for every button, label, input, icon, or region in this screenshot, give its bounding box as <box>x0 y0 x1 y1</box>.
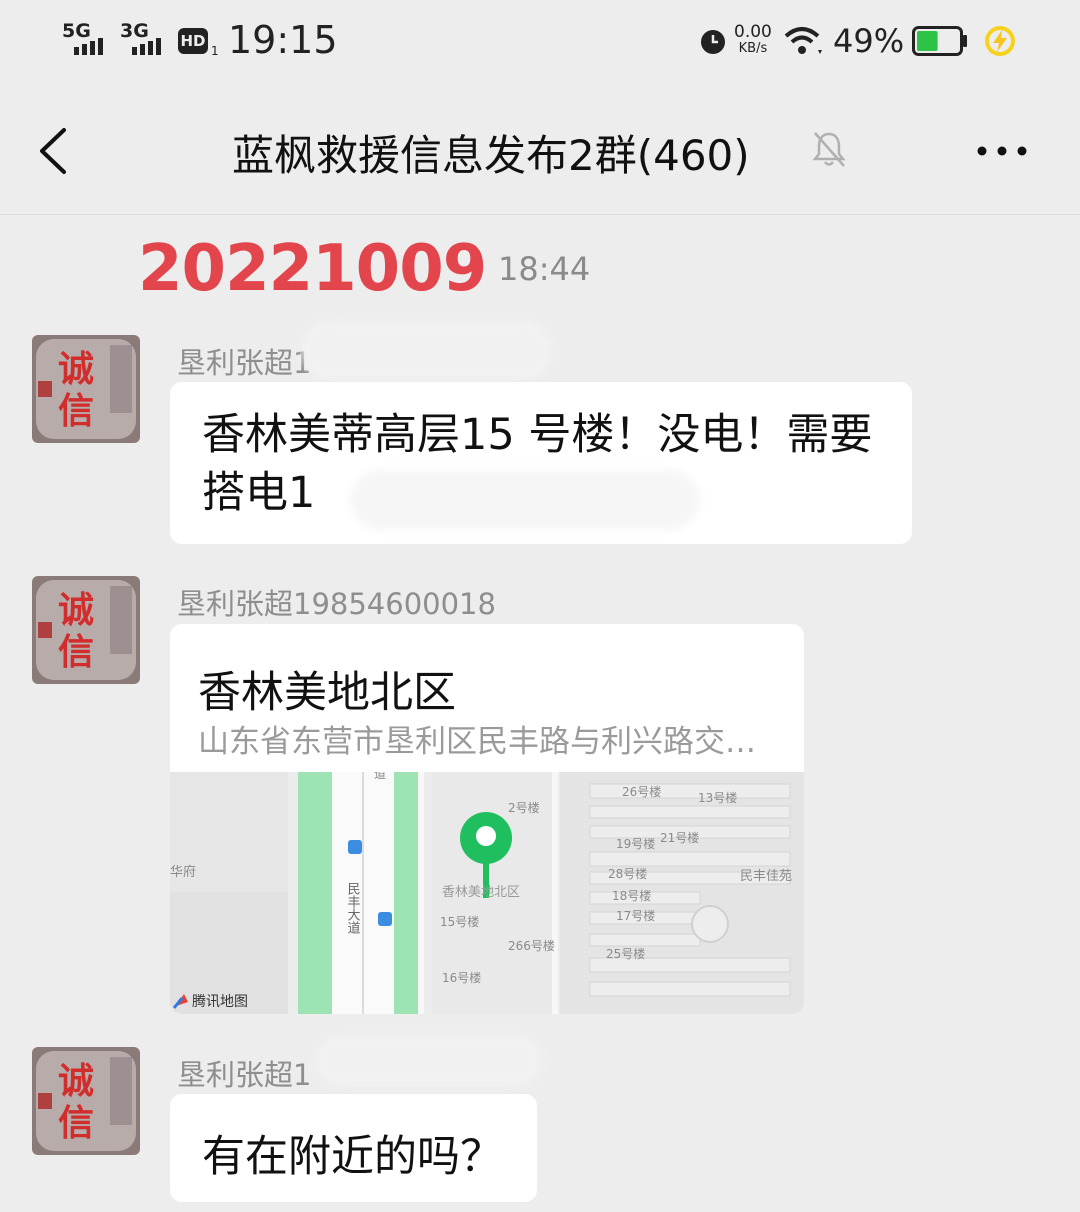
avatar[interactable]: 诚 信 <box>32 335 140 443</box>
map-image: 2号楼 26号楼 13号楼 19号楼 21号楼 华府 香林美地北区 民丰佳苑 2… <box>170 772 804 1014</box>
avatar[interactable]: 诚 信 <box>32 1047 140 1155</box>
map-label: 16号楼 <box>442 970 481 985</box>
map-label: 266号楼 <box>508 938 555 953</box>
redaction-blur <box>316 1036 542 1086</box>
map-label: 15号楼 <box>440 914 479 929</box>
sender-name: 垦利张超1 <box>177 1058 312 1092</box>
message-bubble[interactable]: 有在附近的吗？ <box>170 1094 537 1202</box>
message-timestamp: 18:44 <box>498 250 591 288</box>
status-bar: 5G 3G HD 1 19:15 0.00 KB/s 49% <box>0 0 1080 86</box>
map-label: 民丰佳苑 <box>740 869 792 884</box>
chat-title[interactable]: 蓝枫救援信息发布2群(460) <box>232 122 750 183</box>
signal-icon <box>74 38 103 55</box>
map-label: 道 <box>374 772 386 781</box>
map-label: 香林美地北区 <box>442 885 520 900</box>
avatar-char-1: 诚 <box>58 348 94 390</box>
location-card[interactable]: 香林美地北区 山东省东营市垦利区民丰路与利兴路交… 2号楼 26号楼 13号楼 … <box>170 624 804 1014</box>
chat-header: 蓝枫救援信息发布2群(460) <box>0 86 1080 215</box>
avatar-char-2: 信 <box>58 1102 94 1144</box>
avatar-image: 诚 信 <box>32 576 140 684</box>
redaction-blur <box>302 320 552 380</box>
location-name: 香林美地北区 <box>198 668 456 718</box>
date-stamp: 20221009 <box>138 232 487 306</box>
back-button[interactable] <box>34 126 74 176</box>
map-label: 25号楼 <box>606 946 645 961</box>
message-text: 有在附近的吗？ <box>202 1132 503 1182</box>
map-road-label: 民丰大道 <box>345 882 361 934</box>
map-label: 2号楼 <box>508 800 540 815</box>
speed-value: 0.00 <box>734 22 772 42</box>
avatar-char-1: 诚 <box>58 589 94 631</box>
map-label: 17号楼 <box>616 908 655 923</box>
battery-icon <box>912 26 967 56</box>
hd-icon: HD <box>178 28 208 54</box>
avatar-image: 诚 信 <box>32 335 140 443</box>
more-options-button[interactable] <box>972 136 1032 166</box>
map-label: 18号楼 <box>612 888 651 903</box>
speed-unit: KB/s <box>738 41 768 56</box>
map-label: 13号楼 <box>698 790 737 805</box>
battery-percent: 49% <box>833 22 905 60</box>
map-label: 19号楼 <box>616 836 655 851</box>
map-label: 华府 <box>170 865 196 880</box>
location-address: 山东省东营市垦利区民丰路与利兴路交… <box>198 724 756 760</box>
redaction-blur <box>350 470 700 530</box>
avatar-image: 诚 信 <box>32 1047 140 1155</box>
map-preview[interactable]: 2号楼 26号楼 13号楼 19号楼 21号楼 华府 香林美地北区 民丰佳苑 2… <box>170 772 804 1014</box>
map-logo: 腾讯地图 <box>192 993 248 1010</box>
clock: 19:15 <box>228 18 338 62</box>
wifi-icon <box>784 27 822 54</box>
avatar[interactable]: 诚 信 <box>32 576 140 684</box>
map-label: 28号楼 <box>608 866 647 881</box>
mute-bell-icon <box>812 132 846 167</box>
charging-icon <box>985 26 1015 56</box>
avatar-char-1: 诚 <box>58 1060 94 1102</box>
hd-sub-label: 1 <box>211 44 219 58</box>
network-speed: 0.00 KB/s <box>734 22 772 57</box>
alarm-icon <box>701 30 725 54</box>
map-label: 21号楼 <box>660 830 699 845</box>
signal-icon-2 <box>132 38 161 55</box>
avatar-char-2: 信 <box>58 631 94 673</box>
sender-name: 垦利张超19854600018 <box>177 587 496 621</box>
map-label: 26号楼 <box>622 784 661 799</box>
sender-name: 垦利张超1 <box>177 346 312 380</box>
avatar-char-2: 信 <box>58 390 94 432</box>
